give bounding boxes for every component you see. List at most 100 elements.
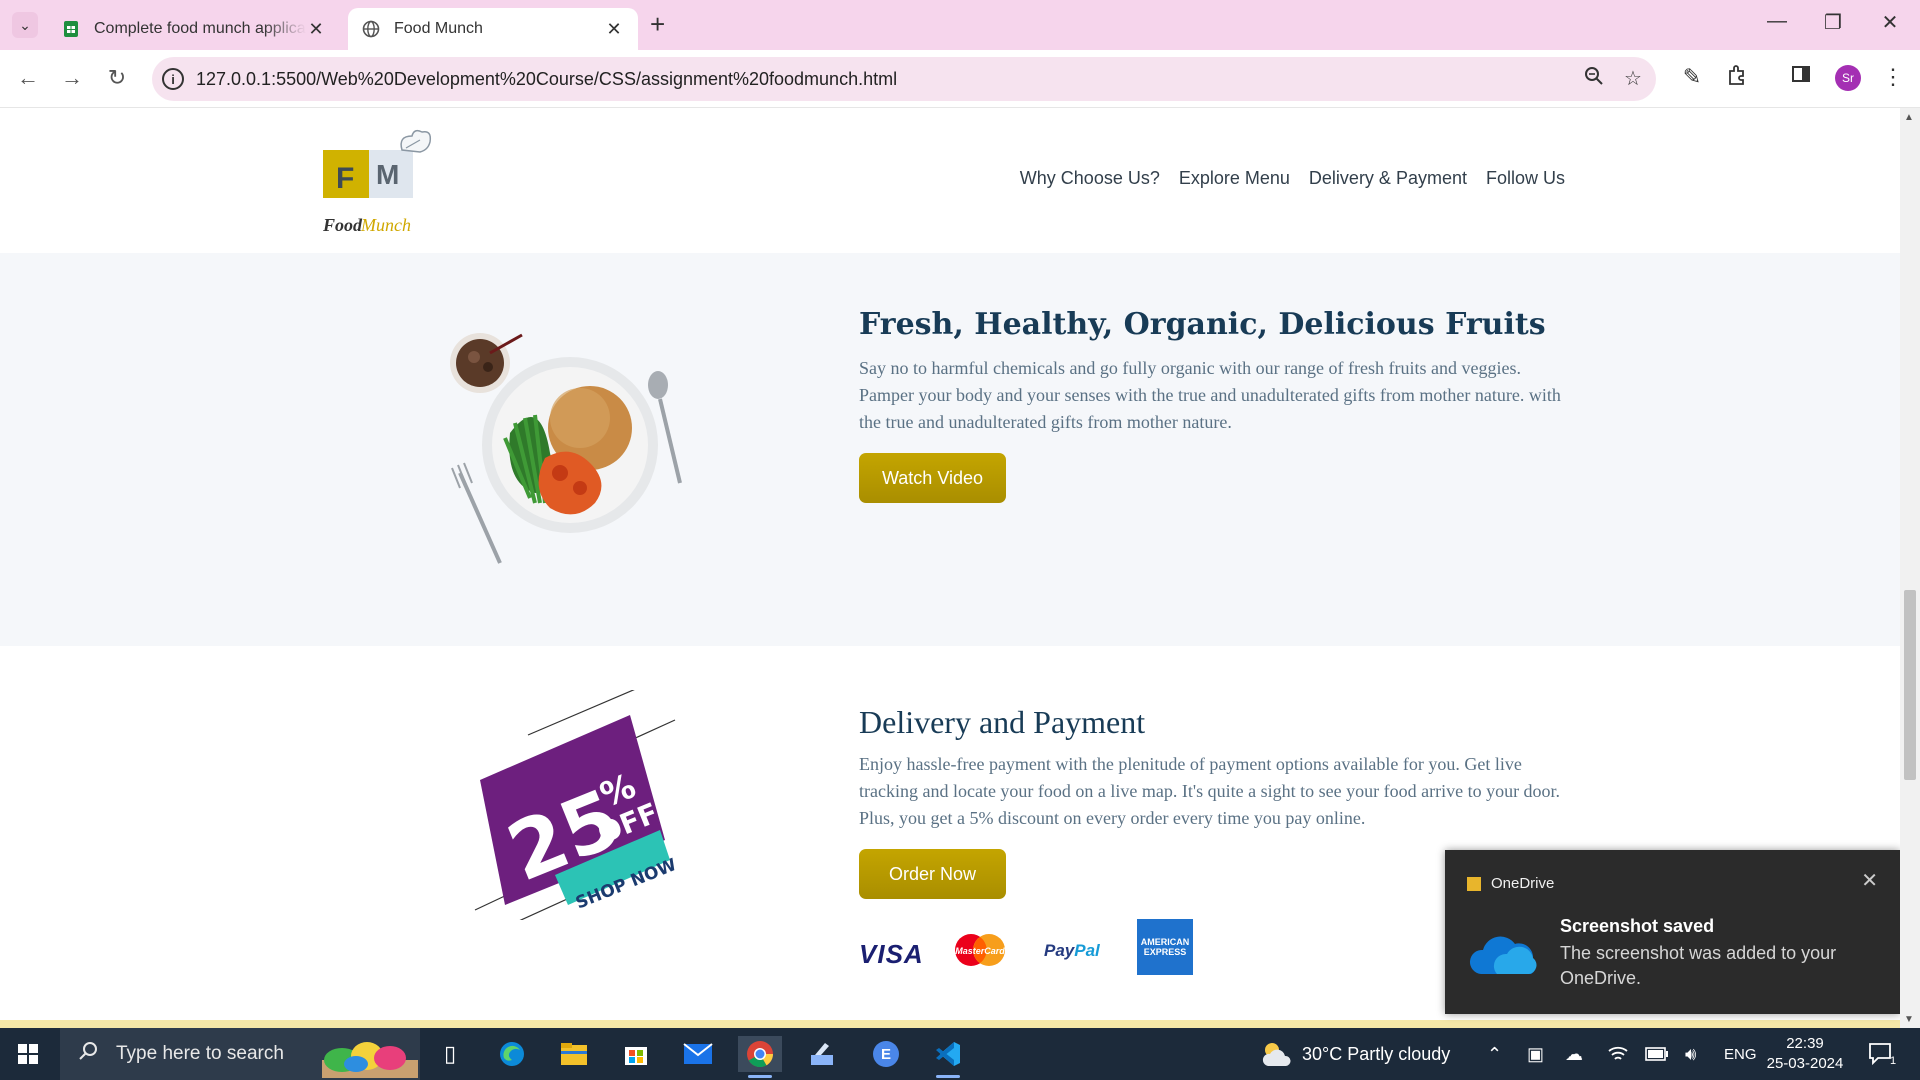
restore-button[interactable]: ❐ [1813,10,1853,35]
weather-text: 30°C Partly cloudy [1302,1043,1451,1064]
holi-colors-icon [322,1042,418,1078]
new-tab-button[interactable]: + [650,11,665,37]
app-e-icon[interactable]: E [864,1036,908,1072]
scrollbar-thumb[interactable] [1904,590,1916,780]
onedrive-cloud-icon [1469,936,1537,974]
url-text: 127.0.0.1:5500/Web%20Development%20Cours… [196,69,898,89]
partly-cloudy-icon [1262,1043,1291,1066]
food-plate-image [450,333,682,564]
tab-complete-food-munch[interactable]: Complete food munch applicat ✕ [48,8,340,50]
nav-follow-us[interactable]: Follow Us [1486,168,1565,189]
close-window-button[interactable]: ✕ [1870,10,1910,35]
logo-text-food: Food [322,215,363,235]
tab-title: Complete food munch applicat [94,20,306,37]
discount-badge-image: 25 % OFF SHOP NOW [474,690,680,920]
mail-icon[interactable] [676,1036,720,1072]
edge-icon[interactable] [490,1036,534,1072]
toast-title: Screenshot saved [1560,916,1715,936]
tab-search-button[interactable]: ⌄ [12,12,38,38]
nav-explore-menu[interactable]: Explore Menu [1179,168,1290,189]
microsoft-store-icon[interactable] [614,1036,658,1072]
onedrive-app-icon [1467,877,1481,891]
tab-strip: ⌄ Complete food munch applicat ✕ Food Mu… [0,0,1920,50]
close-icon[interactable]: ✕ [306,19,326,40]
bookmark-star-icon[interactable]: ☆ [1624,66,1642,91]
visa-logo: VISA [859,939,924,969]
weather-widget[interactable]: 30°C Partly cloudy [1260,1028,1450,1080]
taskbar-search-box[interactable]: Type here to search [60,1028,420,1080]
notification-center-icon[interactable]: 1 [1868,1028,1896,1080]
order-now-button[interactable]: Order Now [859,849,1006,899]
battery-icon[interactable] [1645,1028,1669,1080]
profile-avatar[interactable]: Sr [1835,65,1861,91]
delivery-heading: Delivery and Payment [859,704,1146,740]
tab-food-munch[interactable]: Food Munch ✕ [348,8,638,50]
reload-button[interactable]: ↻ [102,66,132,90]
taskbar-clock[interactable]: 22:39 25-03-2024 [1760,1034,1850,1074]
address-bar[interactable]: i 127.0.0.1:5500/Web%20Development%20Cou… [152,57,1656,101]
logo-letter-m: M [376,159,399,190]
paypal-text-b: Pal [1074,941,1100,960]
file-explorer-icon[interactable] [552,1036,596,1072]
back-button[interactable]: ← [13,66,43,90]
sheets-icon [64,21,78,37]
vscode-icon[interactable] [926,1036,970,1078]
close-icon[interactable]: ✕ [604,19,624,40]
zoom-icon[interactable] [1584,66,1604,92]
amex-logo: AMERICAN EXPRESS [1137,919,1193,975]
mastercard-text: MasterCard [955,946,1005,956]
nav-delivery-payment[interactable]: Delivery & Payment [1309,168,1467,189]
next-section-edge [0,1020,1900,1028]
meet-now-icon[interactable]: ▣ [1527,1028,1544,1080]
page-scrollbar[interactable]: ▲ ▼ [1900,108,1920,1028]
tab-title: Food Munch [394,20,483,37]
search-placeholder: Type here to search [116,1043,284,1064]
logo-text-munch: Munch [360,215,411,235]
logo-graphic: F M Food Munch [322,129,432,235]
globe-icon [362,20,380,38]
wifi-icon[interactable] [1607,1028,1629,1080]
input-language[interactable]: ENG [1724,1028,1757,1080]
site-navbar: F M Food Munch Why Choose Us? Explore Me… [0,108,1900,253]
chevron-down-icon: ⌄ [19,16,31,33]
notification-count: 1 [1890,1055,1897,1067]
watch-video-button[interactable]: Watch Video [859,453,1006,503]
onedrive-notification[interactable]: OneDrive ✕ Screenshot saved The screensh… [1445,850,1900,1014]
forward-button[interactable]: → [57,66,87,90]
chrome-icon[interactable] [738,1036,782,1078]
scroll-down-arrow-icon[interactable]: ▼ [1904,1014,1914,1025]
nav-why-choose-us[interactable]: Why Choose Us? [1020,168,1160,189]
windows-start-icon[interactable] [18,1044,38,1064]
menu-kebab-icon[interactable]: ⋮ [1878,64,1908,90]
extensions-icon[interactable] [1722,64,1752,92]
snipping-tool-icon[interactable] [800,1036,844,1072]
paypal-text-a: Pay [1044,941,1075,960]
onedrive-tray-icon[interactable]: ☁ [1565,1028,1583,1080]
fruits-heading: Fresh, Healthy, Organic, Delicious Fruit… [859,307,1546,342]
food-munch-logo[interactable]: F M Food Munch [322,128,434,238]
search-icon [78,1041,98,1067]
fruits-section: Fresh, Healthy, Organic, Delicious Fruit… [0,253,1900,646]
minimize-button[interactable]: — [1757,10,1797,33]
nav-links: Why Choose Us? Explore Menu Delivery & P… [1020,168,1565,189]
scroll-up-arrow-icon[interactable]: ▲ [1904,112,1914,123]
windows-taskbar: Type here to search ▯ E 30°C Partly clou… [0,1028,1920,1080]
side-panel-icon[interactable] [1786,64,1816,90]
paypal-logo: PayPal [1044,941,1100,961]
mastercard-logo: MasterCard [955,934,1005,966]
task-view-icon[interactable]: ▯ [428,1036,472,1072]
toast-app-name: OneDrive [1491,875,1555,892]
pen-extension-icon[interactable]: ✎ [1677,64,1707,90]
fruits-description: Say no to harmful chemicals and go fully… [859,358,1561,432]
close-icon[interactable]: ✕ [1861,868,1878,893]
volume-icon[interactable]: 🔊︎ [1685,1028,1696,1080]
toast-body: The screenshot was added to your OneDriv… [1560,943,1837,988]
site-info-icon[interactable]: i [162,68,184,90]
delivery-description: Enjoy hassle-free payment with the pleni… [859,754,1561,828]
logo-letter-f: F [336,162,354,195]
toolbar: ← → ↻ i 127.0.0.1:5500/Web%20Development… [0,50,1920,108]
page-viewport: F M Food Munch Why Choose Us? Explore Me… [0,108,1900,1028]
svg-text:E: E [881,1046,891,1063]
clock-time: 22:39 [1786,1035,1824,1052]
tray-overflow-chevron-icon[interactable]: ⌃ [1487,1028,1502,1080]
